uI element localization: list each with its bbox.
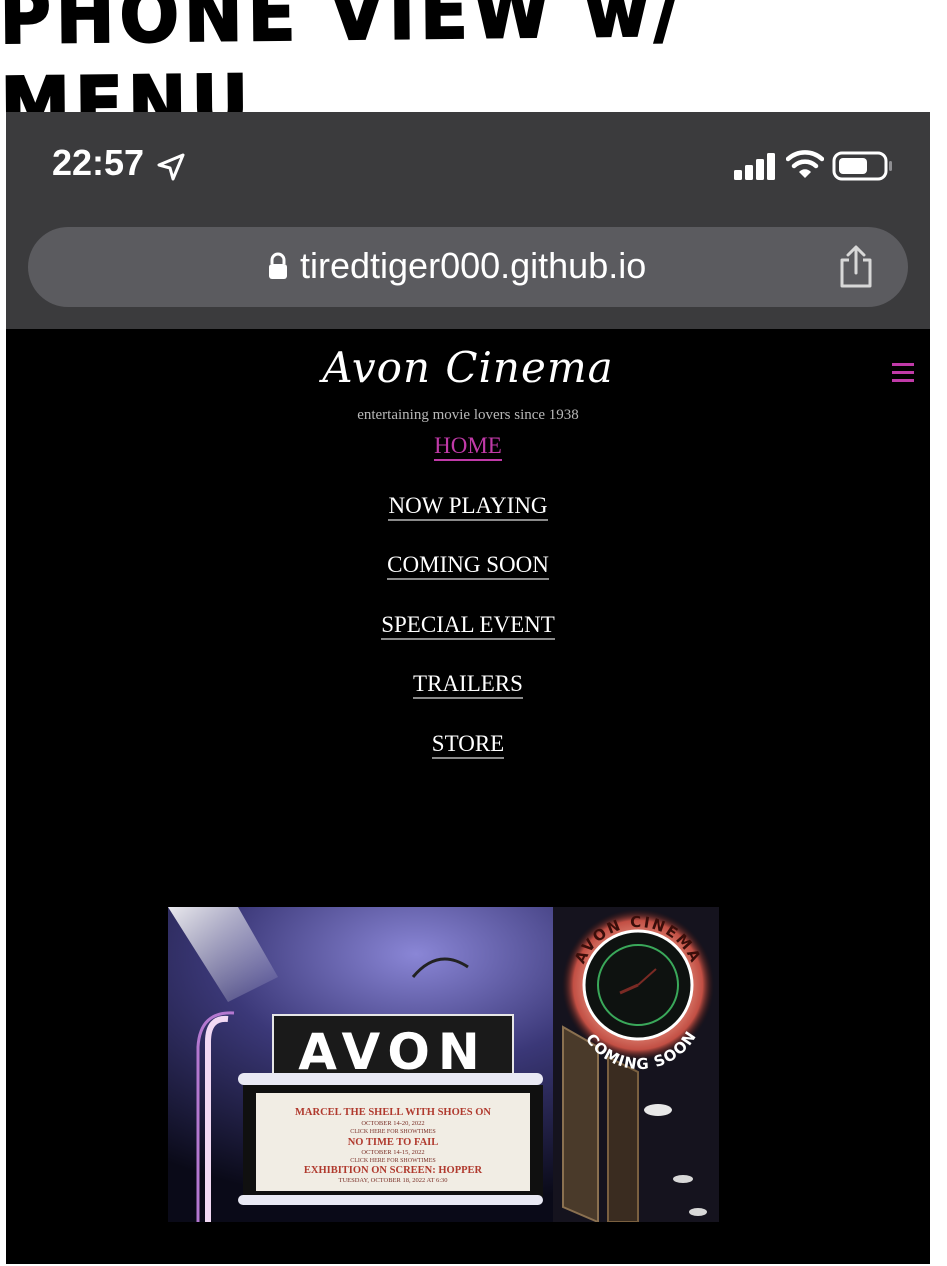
nav-item-trailers: TRAILERS [6, 671, 930, 731]
browser-url-area: tiredtiger000.github.io [6, 217, 930, 329]
marquee-line: CLICK HERE FOR SHOWTIMES [350, 1129, 436, 1135]
page-caption: PHONE VIEW w/ MENU [0, 0, 947, 151]
nav-link-now-playing[interactable]: NOW PLAYING [388, 492, 548, 521]
nav-link-special-event[interactable]: SPECIAL EVENT [381, 611, 555, 640]
nav-link-coming-soon[interactable]: COMING SOON [387, 552, 549, 580]
hamburger-menu-icon[interactable] [892, 363, 914, 383]
theater-marquee-illustration: AVON MARCEL THE SHELL WITH SHOES ON OCTO… [168, 907, 719, 1222]
nav-link-store[interactable]: STORE [431, 730, 505, 759]
marquee-avon-text: AVON [298, 1023, 487, 1081]
main-nav: HOME NOW PLAYING COMING SOON SPECIAL EVE… [6, 433, 930, 790]
url-text: tiredtiger000.github.io [300, 245, 647, 286]
battery-icon [832, 151, 892, 181]
wifi-icon [786, 150, 824, 178]
marquee-line: EXHIBITION ON SCREEN: HOPPER [304, 1165, 483, 1176]
address-bar[interactable]: tiredtiger000.github.io [28, 227, 908, 307]
nav-item-home: HOME [6, 433, 930, 493]
website-content: Avon Cinema entertaining movie lovers si… [6, 329, 930, 1264]
site-tagline: entertaining movie lovers since 1938 [357, 407, 579, 423]
lock-icon [269, 252, 287, 279]
nav-item-now-playing: NOW PLAYING [6, 492, 930, 553]
nav-item-special-event: SPECIAL EVENT [6, 611, 930, 672]
marquee-line: NO TIME TO FAIL [348, 1137, 439, 1148]
site-title[interactable]: Avon Cinema [6, 343, 930, 392]
marquee-line: OCTOBER 14-15, 2022 [361, 1149, 424, 1156]
phone-screen: 22:57 tiredtiger000.github.io Avon Cinem… [6, 112, 930, 1264]
status-bar: 22:57 [6, 112, 930, 217]
nav-item-store: STORE [6, 730, 930, 791]
marquee-line: OCTOBER 14-20, 2022 [361, 1120, 424, 1127]
hero-image[interactable]: AVON MARCEL THE SHELL WITH SHOES ON OCTO… [168, 907, 719, 1222]
nav-item-coming-soon: COMING SOON [6, 552, 930, 612]
share-icon[interactable] [836, 245, 876, 289]
marquee-line: CLICK HERE FOR SHOWTIMES [350, 1158, 436, 1164]
nav-link-home[interactable]: HOME [434, 433, 502, 461]
cellular-signal-icon [734, 153, 775, 180]
status-time: 22:57 [52, 142, 145, 183]
marquee-line: MARCEL THE SHELL WITH SHOES ON [295, 1107, 491, 1118]
location-arrow-icon [157, 153, 185, 181]
nav-link-trailers[interactable]: TRAILERS [413, 671, 523, 699]
marquee-line: TUESDAY, OCTOBER 18, 2022 AT 6:30 [338, 1177, 447, 1184]
